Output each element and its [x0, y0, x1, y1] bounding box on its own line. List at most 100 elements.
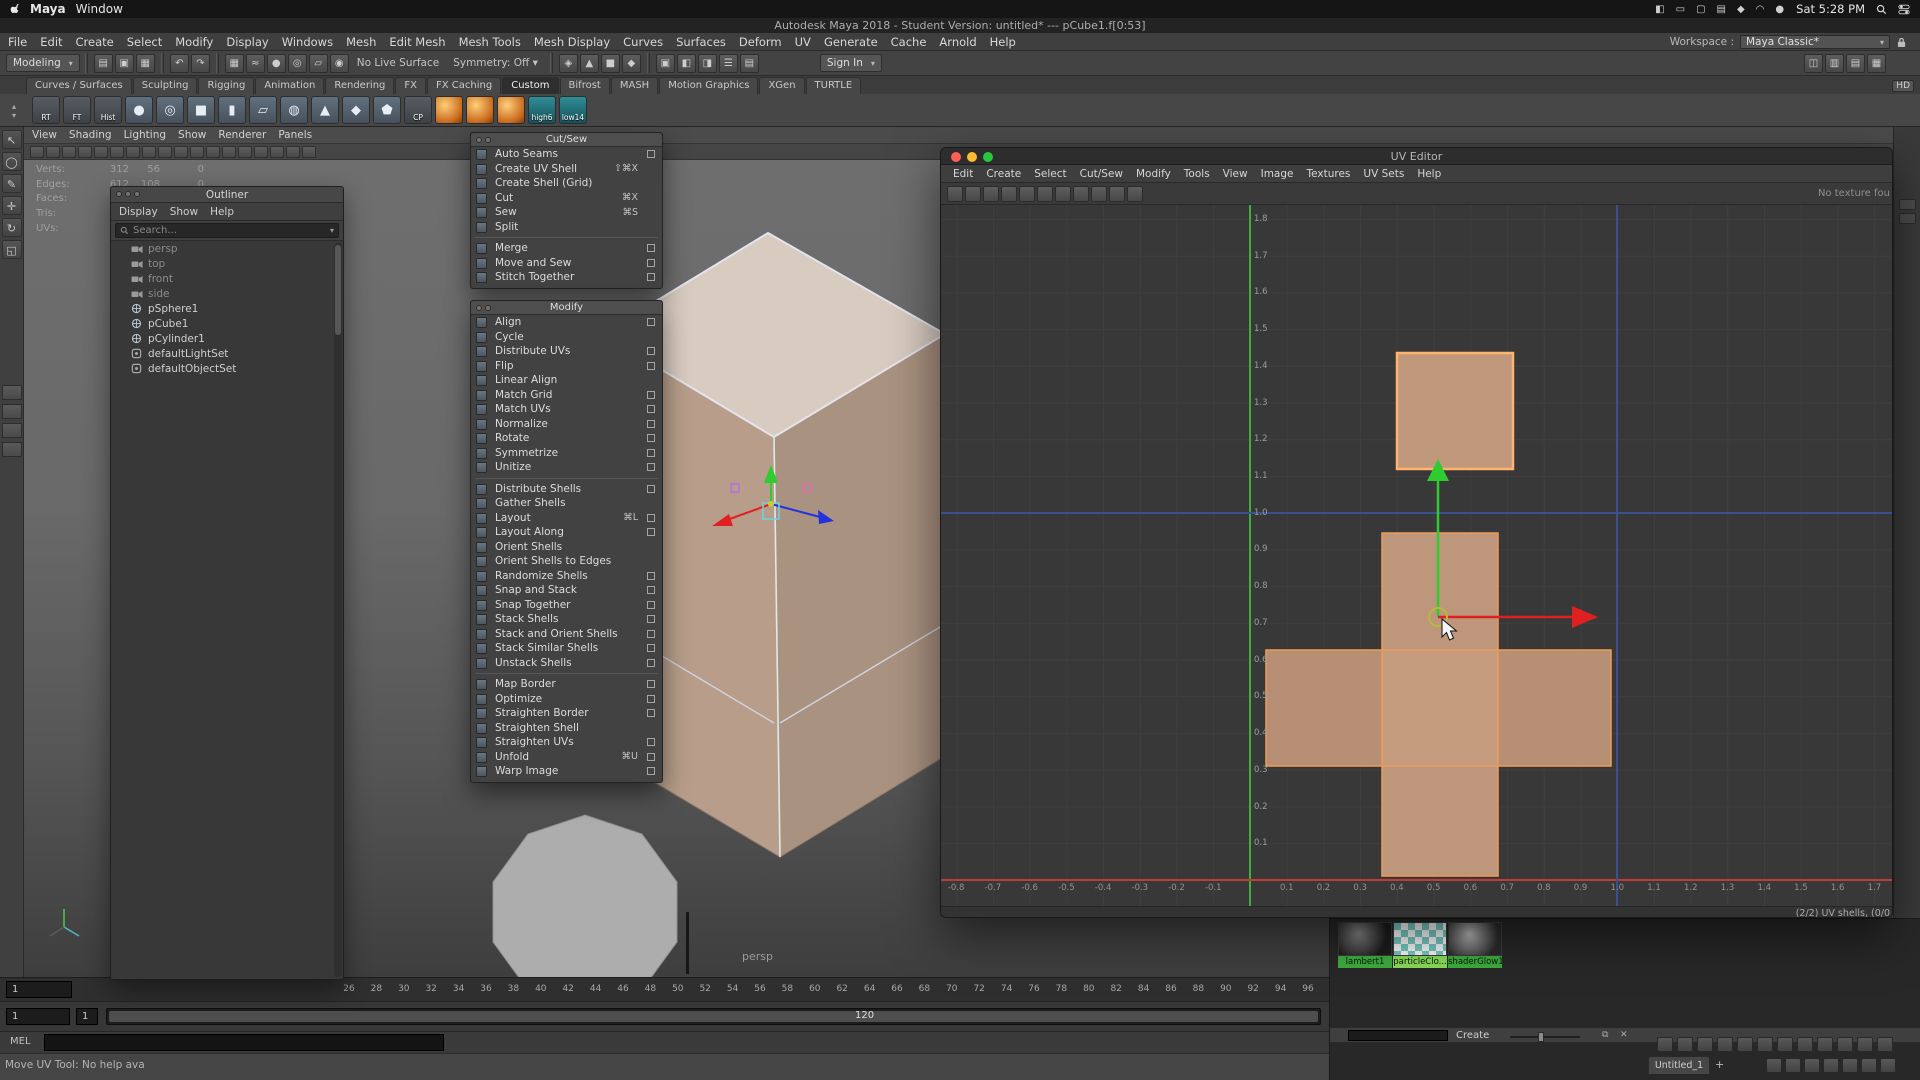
shelf-tab-fx[interactable]: FX	[395, 77, 426, 94]
panel-toolbar-icon-3[interactable]	[62, 146, 76, 158]
menu-mesh-tools[interactable]: Mesh Tools	[459, 35, 521, 49]
outliner-item-psphere1[interactable]: pSphere1	[111, 301, 343, 316]
filter-icon[interactable]	[1757, 1037, 1773, 1052]
menu-generate[interactable]: Generate	[824, 35, 878, 49]
panel-toolbar-icon-1[interactable]	[30, 146, 44, 158]
shelf-item-ft[interactable]: FT	[63, 96, 91, 124]
modify-item-stack-and-orient-shells[interactable]: Stack and Orient Shells	[471, 627, 662, 642]
unitize-options-box[interactable]	[647, 463, 655, 471]
control-center-icon[interactable]	[1898, 4, 1910, 15]
chevron-down-icon[interactable]: ▾	[330, 226, 334, 235]
panel-toolbar-icon-18[interactable]	[302, 146, 316, 158]
modify-item-unitize[interactable]: Unitize	[471, 460, 662, 475]
move-tool-icon[interactable]: ✛	[2, 196, 22, 215]
frame-all-icon[interactable]	[1861, 1058, 1877, 1073]
selection-mode-dropdown[interactable]: Modeling▾	[6, 54, 80, 72]
menu-surfaces[interactable]: Surfaces	[676, 35, 726, 49]
render-frame-icon[interactable]: ◧	[677, 54, 696, 73]
lock-icon[interactable]	[1897, 37, 1906, 48]
cut-sew-item-create-shell-grid-[interactable]: Create Shell (Grid)	[471, 176, 662, 191]
range-start-inner-field[interactable]: 1	[76, 1008, 98, 1025]
panel-toolbar-icon-17[interactable]	[286, 146, 300, 158]
snap-view-plane-icon[interactable]: ▱	[309, 54, 328, 73]
match-grid-options-box[interactable]	[647, 391, 655, 399]
panel-toolbar-icon-11[interactable]	[190, 146, 204, 158]
command-line-language-label[interactable]: MEL	[10, 1036, 31, 1047]
workspace-dropdown[interactable]: Maya Classic* ▾	[1740, 35, 1890, 49]
stitch-together-options-box[interactable]	[647, 273, 655, 281]
shelf-tab-xgen[interactable]: XGen	[759, 77, 804, 94]
panel-menu-lighting[interactable]: Lighting	[124, 129, 166, 141]
zoom-in-icon[interactable]	[1823, 1058, 1839, 1073]
unstack-shells-options-box[interactable]	[647, 659, 655, 667]
zoom-window-button[interactable]	[983, 152, 993, 162]
modify-item-randomize-shells[interactable]: Randomize Shells	[471, 569, 662, 584]
cut-sew-item-create-uv-shell[interactable]: Create UV Shell⇧⌘X	[471, 162, 662, 177]
modify-item-normalize[interactable]: Normalize	[471, 417, 662, 432]
cut-sew-item-cut[interactable]: Cut⌘X	[471, 191, 662, 206]
modify-item-layout-along[interactable]: Layout Along	[471, 525, 662, 540]
shelf-item-cube[interactable]: ■	[187, 96, 215, 124]
snap-point-icon[interactable]: ●	[267, 54, 286, 73]
layout-four-pane-icon[interactable]	[2, 404, 22, 419]
new-scene-icon[interactable]: ▤	[94, 54, 113, 73]
modify-item-align[interactable]: Align	[471, 315, 662, 330]
render-settings-icon[interactable]: ☰	[719, 54, 738, 73]
range-slider[interactable]: 120	[106, 1008, 1321, 1025]
uv-menu-view[interactable]: View	[1223, 168, 1248, 180]
outliner-item-defaultobjectset[interactable]: defaultObjectSet	[111, 361, 343, 376]
menu-select[interactable]: Select	[127, 35, 162, 49]
float-panel-icon[interactable]: ⧉	[1602, 1030, 1608, 1040]
shelf-item-plane[interactable]: ▱	[249, 96, 277, 124]
make-live-icon[interactable]: ◉	[330, 54, 349, 73]
shelf-item-rt[interactable]: RT	[32, 96, 60, 124]
uv-menu-select[interactable]: Select	[1034, 168, 1066, 180]
shelf-item-shaded-sph ere-3[interactable]	[497, 96, 525, 124]
minimize-window-button[interactable]	[967, 152, 977, 162]
cut-sew-item-merge[interactable]: Merge	[471, 241, 662, 256]
stack-similar-shells-options-box[interactable]	[647, 644, 655, 652]
snap-and-stack-options-box[interactable]	[647, 586, 655, 594]
menu-create[interactable]: Create	[76, 35, 114, 49]
uv-menu-edit[interactable]: Edit	[953, 168, 973, 180]
outliner-menu-help[interactable]: Help	[210, 206, 234, 218]
attribute-editor-toggle-icon[interactable]: ▤	[1846, 54, 1865, 73]
panel-toolbar-icon-16[interactable]	[270, 146, 284, 158]
menu-display[interactable]: Display	[226, 35, 268, 49]
uv-menu-help[interactable]: Help	[1417, 168, 1441, 180]
randomize-shells-options-box[interactable]	[647, 572, 655, 580]
shelf-item-sphere[interactable]: ●	[125, 96, 153, 124]
shelf-tab-bifrost[interactable]: Bifrost	[560, 77, 610, 94]
material-swatch-lambert1[interactable]: lambert1	[1338, 922, 1392, 968]
panel-toolbar-icon-7[interactable]	[126, 146, 140, 158]
shelf-tab-sculpting[interactable]: Sculpting	[133, 77, 198, 94]
modify-item-distribute-shells[interactable]: Distribute Shells	[471, 482, 662, 497]
uv-editor-title-bar[interactable]: UV Editor	[941, 148, 1892, 165]
shelf-tab-rigging[interactable]: Rigging	[198, 77, 254, 94]
match-uvs-options-box[interactable]	[647, 405, 655, 413]
uv-canvas[interactable]: -0.8-0.7-0.6-0.5-0.4-0.3-0.2-0.10.10.20.…	[941, 205, 1893, 906]
add-tab-button[interactable]: +	[1715, 1058, 1724, 1071]
cut-sew-item-auto-seams[interactable]: Auto Seams	[471, 147, 662, 162]
uv-shell-detached[interactable]	[1397, 353, 1513, 469]
battery-icon[interactable]: ▭	[1676, 4, 1685, 15]
texture-borders-icon[interactable]	[1055, 186, 1071, 202]
command-line-input[interactable]	[44, 1034, 444, 1051]
layout-persp-outliner-icon[interactable]	[2, 423, 22, 438]
modify-item-cycle[interactable]: Cycle	[471, 330, 662, 345]
panel-menu-renderer[interactable]: Renderer	[218, 129, 266, 141]
outliner-title-bar[interactable]: Outliner	[111, 187, 343, 203]
outliner-item-defaultlightset[interactable]: defaultLightSet	[111, 346, 343, 361]
select-component-icon[interactable]: ◆	[622, 54, 641, 73]
display-options-icon[interactable]	[1109, 186, 1125, 202]
uv-menu-uv-sets[interactable]: UV Sets	[1363, 168, 1404, 180]
shelf-item-shaded-sphere-1[interactable]	[435, 96, 463, 124]
snap-curve-icon[interactable]: ≈	[246, 54, 265, 73]
shelf-tab-curves-surfaces[interactable]: Curves / Surfaces	[26, 77, 132, 94]
map-border-options-box[interactable]	[647, 680, 655, 688]
uv-editor-window[interactable]: UV Editor EditCreateSelectCut/SewModifyT…	[940, 147, 1893, 918]
panel-toolbar-icon-12[interactable]	[206, 146, 220, 158]
menu-windows[interactable]: Windows	[282, 35, 333, 49]
modify-item-linear-align[interactable]: Linear Align	[471, 373, 662, 388]
straighten-border-options-box[interactable]	[647, 709, 655, 717]
